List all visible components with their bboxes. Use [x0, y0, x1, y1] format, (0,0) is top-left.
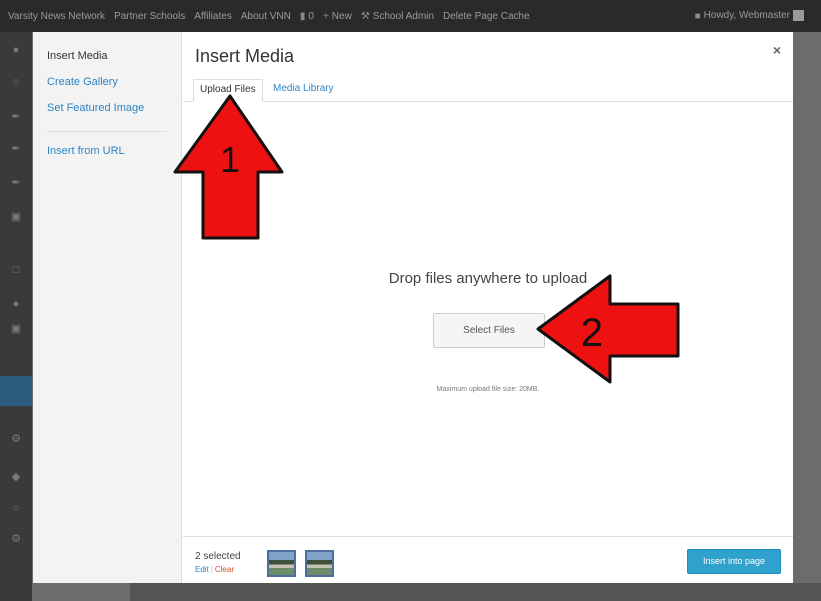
arrow-2-label: 2 [581, 311, 603, 355]
annotation-arrow-2: 2 [536, 274, 680, 384]
arrow-1-label: 1 [220, 139, 240, 180]
annotation-overlay: 1 2 [173, 94, 680, 384]
annotation-arrow-1: 1 [173, 94, 284, 240]
